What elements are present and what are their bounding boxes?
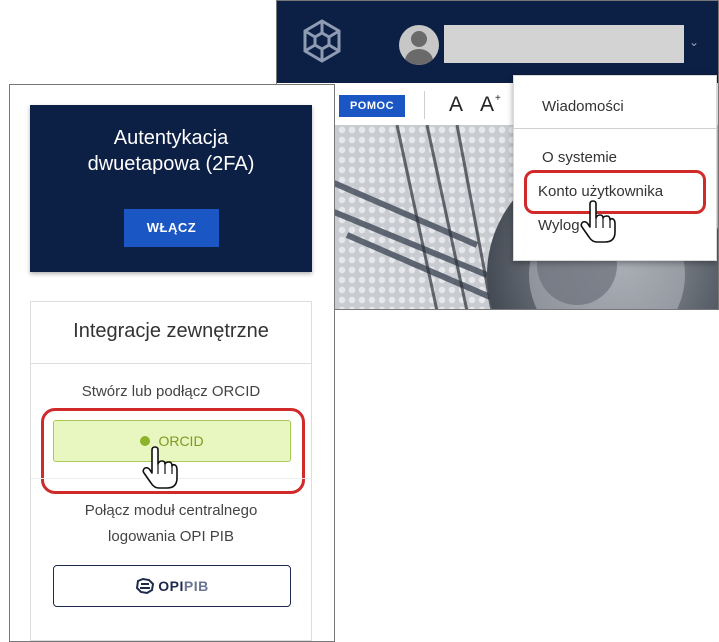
opi-description: Połącz moduł centralnego logowania OPI P…: [31, 498, 311, 550]
font-larger-plus: +: [495, 93, 501, 104]
opi-description-line2: logowania OPI PIB: [108, 528, 234, 545]
header-screenshot: ⌄ POMOC A A+ Wiadomości O systemie Konto…: [276, 0, 719, 310]
twofa-title: Autentykacja dwuetapowa (2FA): [30, 125, 312, 177]
menu-item-logout[interactable]: Wylog: [538, 217, 580, 234]
hand-pointer-icon: [580, 200, 616, 243]
username-redacted[interactable]: [444, 25, 684, 63]
top-navbar: ⌄: [277, 1, 718, 83]
opi-logo-icon: [136, 578, 155, 595]
menu-item-about[interactable]: O systemie: [542, 149, 617, 166]
font-larger-label: A: [480, 93, 495, 116]
twofa-title-line1: Autentykacja: [113, 127, 229, 149]
font-normal-button[interactable]: A: [449, 93, 463, 117]
menu-divider: [514, 128, 716, 129]
integrations-title: Integracje zewnętrzne: [73, 320, 269, 342]
twofa-title-line2: dwuetapowa (2FA): [87, 153, 255, 175]
profile-screenshot: Autentykacja dwuetapowa (2FA) WŁĄCZ Inte…: [9, 84, 335, 642]
twofa-card: Autentykacja dwuetapowa (2FA) WŁĄCZ: [30, 105, 312, 272]
user-avatar-icon[interactable]: [399, 25, 439, 65]
toolbar-divider: [424, 91, 425, 119]
opi-description-line1: Połącz moduł centralnego: [84, 502, 258, 519]
app-logo-icon[interactable]: [299, 17, 345, 65]
integrations-divider: [31, 363, 311, 364]
font-larger-button[interactable]: A+: [480, 93, 501, 117]
hand-pointer-icon: [142, 446, 178, 489]
help-button[interactable]: POMOC: [339, 95, 405, 117]
opi-pib-button[interactable]: OPIPIB: [53, 565, 291, 607]
orcid-description: Stwórz lub podłącz ORCID: [81, 383, 261, 400]
enable-2fa-button[interactable]: WŁĄCZ: [124, 209, 219, 247]
menu-item-messages[interactable]: Wiadomości: [542, 98, 624, 115]
opi-label: OPI: [158, 578, 184, 594]
chevron-down-icon[interactable]: ⌄: [689, 35, 699, 49]
pib-label: PIB: [183, 578, 209, 594]
